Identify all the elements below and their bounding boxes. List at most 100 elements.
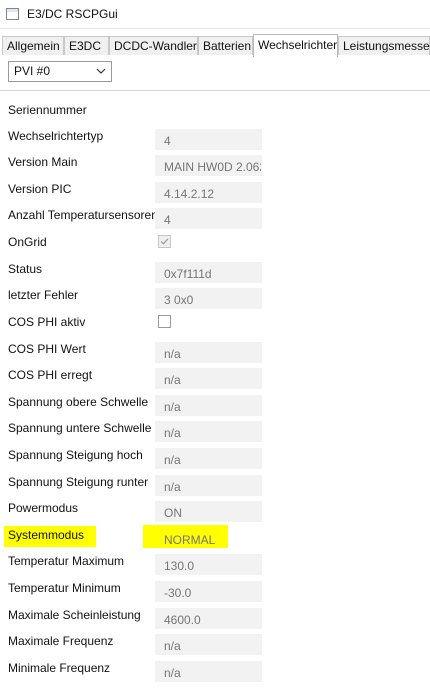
field-minimale-frequenz[interactable]: n/a — [155, 661, 262, 682]
row-temperatur-maximum: Temperatur Maximum 130.0 — [0, 554, 430, 580]
field-cos-phi-wert[interactable]: n/a — [155, 342, 262, 363]
field-status[interactable]: 0x7f111d — [155, 262, 262, 283]
field-version-pic[interactable]: 4.14.2.12 — [155, 182, 262, 203]
field-wechselrichtertyp[interactable]: 4 — [155, 129, 262, 150]
row-systemmodus: Systemmodus NORMAL — [0, 528, 430, 554]
row-cos-phi-wert: COS PHI Wert n/a — [0, 342, 430, 368]
label-spannung-obere-schwelle: Spannung obere Schwelle — [8, 395, 149, 409]
label-cos-phi-aktiv: COS PHI aktiv — [8, 315, 86, 329]
row-wechselrichtertyp: Wechselrichtertyp 4 — [0, 129, 430, 155]
row-cos-phi-erregt: COS PHI erregt n/a — [0, 368, 430, 394]
field-spannung-obere-schwelle[interactable]: n/a — [155, 395, 262, 416]
app-window-icon — [6, 8, 19, 20]
tab-e3dc[interactable]: E3DC — [64, 36, 109, 55]
label-powermodus: Powermodus — [8, 501, 79, 515]
value-temperatur-minimum: -30.0 — [164, 586, 192, 600]
value-letzter-fehler: 3 0x0 — [164, 293, 194, 307]
field-version-main[interactable]: MAIN HW0D 2.062 — [155, 155, 262, 176]
label-anzahl-temperatursensoren: Anzahl Temperatursensoren — [8, 208, 158, 222]
field-maximale-frequenz[interactable]: n/a — [155, 634, 262, 655]
row-temperatur-minimum: Temperatur Minimum -30.0 — [0, 581, 430, 607]
row-version-pic: Version PIC 4.14.2.12 — [0, 182, 430, 208]
field-maximale-scheinleistung[interactable]: 4600.0 — [155, 608, 262, 629]
label-cos-phi-wert: COS PHI Wert — [8, 342, 86, 356]
value-spannung-untere-schwelle: n/a — [164, 426, 181, 440]
label-temperatur-minimum: Temperatur Minimum — [8, 581, 121, 595]
label-systemmodus: Systemmodus — [8, 528, 85, 542]
tab-leistungsmesser[interactable]: Leistungsmesser — [338, 36, 430, 55]
label-status: Status — [8, 262, 43, 276]
value-maximale-frequenz: n/a — [164, 639, 181, 653]
label-ongrid: OnGrid — [8, 235, 47, 249]
label-spannung-steigung-hoch: Spannung Steigung hoch — [8, 448, 143, 462]
value-spannung-steigung-hoch: n/a — [164, 453, 181, 467]
tab-dcdc-wandler[interactable]: DCDC-Wandler — [109, 36, 198, 55]
label-temperatur-maximum: Temperatur Maximum — [8, 554, 125, 568]
chevron-down-icon — [96, 68, 106, 74]
ongrid-checkbox[interactable] — [158, 235, 171, 248]
value-anzahl-temperatursensoren: 4 — [164, 213, 171, 227]
label-letzter-fehler: letzter Fehler — [8, 288, 79, 302]
value-temperatur-maximum: 130.0 — [164, 559, 195, 573]
row-letzter-fehler: letzter Fehler 3 0x0 — [0, 288, 430, 314]
row-spannung-untere-schwelle: Spannung untere Schwelle n/a — [0, 421, 430, 447]
tab-wechselrichter[interactable]: Wechselrichter — [253, 34, 338, 57]
checkmark-icon — [160, 238, 169, 245]
app-window: E3/DC RSCPGui Allgemein E3DC DCDC-Wandle… — [0, 0, 430, 700]
row-status: Status 0x7f111d — [0, 262, 430, 288]
row-spannung-obere-schwelle: Spannung obere Schwelle n/a — [0, 395, 430, 421]
row-maximale-frequenz: Maximale Frequenz n/a — [0, 634, 430, 660]
field-temperatur-minimum[interactable]: -30.0 — [155, 581, 262, 602]
value-cos-phi-erregt: n/a — [164, 373, 181, 387]
wechselrichter-panel: PVI #0 Seriennummer Wechselrichtertyp 4 … — [0, 56, 430, 700]
value-spannung-obere-schwelle: n/a — [164, 400, 181, 414]
tab-batterien[interactable]: Batterien — [198, 36, 253, 55]
field-temperatur-maximum[interactable]: 130.0 — [155, 554, 262, 575]
field-anzahl-temperatursensoren[interactable]: 4 — [155, 208, 262, 229]
label-spannung-untere-schwelle: Spannung untere Schwelle — [8, 421, 152, 435]
field-spannung-untere-schwelle[interactable]: n/a — [155, 421, 262, 442]
value-powermodus: ON — [164, 506, 182, 520]
label-maximale-frequenz: Maximale Frequenz — [8, 634, 114, 648]
label-maximale-scheinleistung: Maximale Scheinleistung — [8, 608, 141, 622]
label-version-main: Version Main — [8, 155, 78, 169]
title-bar: E3/DC RSCPGui — [0, 0, 430, 29]
label-seriennummer: Seriennummer — [8, 103, 87, 117]
divider — [0, 90, 430, 91]
window-title: E3/DC RSCPGui — [27, 7, 118, 21]
pvi-selector[interactable]: PVI #0 — [8, 61, 112, 82]
row-version-main: Version Main MAIN HW0D 2.062 — [0, 155, 430, 181]
value-status: 0x7f111d — [164, 267, 212, 281]
value-cos-phi-wert: n/a — [164, 347, 181, 361]
row-seriennummer: Seriennummer — [0, 103, 430, 129]
value-minimale-frequenz: n/a — [164, 666, 181, 680]
tab-bar: Allgemein E3DC DCDC-Wandler Batterien We… — [0, 34, 430, 57]
label-wechselrichtertyp: Wechselrichtertyp — [8, 129, 104, 143]
row-minimale-frequenz: Minimale Frequenz n/a — [0, 661, 430, 687]
label-cos-phi-erregt: COS PHI erregt — [8, 368, 93, 382]
row-spannung-steigung-runter: Spannung Steigung runter n/a — [0, 475, 430, 501]
value-version-pic: 4.14.2.12 — [164, 187, 215, 201]
field-cos-phi-erregt[interactable]: n/a — [155, 368, 262, 389]
value-version-main: MAIN HW0D 2.062 — [164, 160, 262, 174]
row-ongrid: OnGrid — [0, 235, 430, 261]
pvi-selector-value: PVI #0 — [14, 64, 51, 78]
label-minimale-frequenz: Minimale Frequenz — [8, 661, 111, 675]
label-spannung-steigung-runter: Spannung Steigung runter — [8, 475, 149, 489]
row-anzahl-temperatursensoren: Anzahl Temperatursensoren 4 — [0, 208, 430, 234]
field-letzter-fehler[interactable]: 3 0x0 — [155, 288, 262, 309]
row-powermodus: Powermodus ON — [0, 501, 430, 527]
field-systemmodus[interactable]: NORMAL — [155, 528, 262, 549]
field-spannung-steigung-hoch[interactable]: n/a — [155, 448, 262, 469]
label-version-pic: Version PIC — [8, 182, 72, 196]
field-spannung-steigung-runter[interactable]: n/a — [155, 475, 262, 496]
value-wechselrichtertyp: 4 — [164, 134, 171, 148]
value-systemmodus: NORMAL — [164, 533, 216, 547]
row-maximale-scheinleistung: Maximale Scheinleistung 4600.0 — [0, 608, 430, 634]
field-powermodus[interactable]: ON — [155, 501, 262, 522]
tab-allgemein[interactable]: Allgemein — [2, 36, 64, 55]
value-spannung-steigung-runter: n/a — [164, 480, 181, 494]
row-spannung-steigung-hoch: Spannung Steigung hoch n/a — [0, 448, 430, 474]
cos-phi-aktiv-checkbox[interactable] — [158, 315, 171, 328]
row-cos-phi-aktiv: COS PHI aktiv — [0, 315, 430, 341]
